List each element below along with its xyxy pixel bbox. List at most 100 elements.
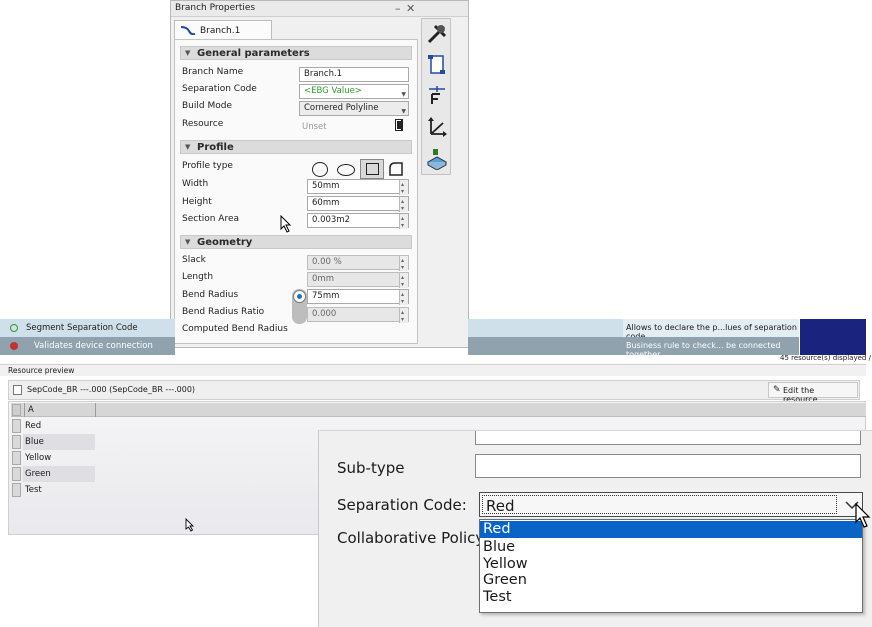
- resource-book-icon[interactable]: [393, 118, 405, 133]
- edit-pencil-icon: ✎: [773, 385, 781, 395]
- list-row-extra: [800, 319, 866, 338]
- section-area-value: 0.003m2: [312, 215, 351, 225]
- height-field[interactable]: 60mm: [307, 195, 409, 215]
- resource-label: Resource: [182, 119, 224, 129]
- row-selector[interactable]: [12, 451, 21, 465]
- section-profile[interactable]: ▼ Profile: [180, 140, 412, 154]
- grid-cell[interactable]: Yellow: [23, 450, 95, 466]
- section-geometry[interactable]: ▼ Geometry: [180, 235, 412, 249]
- profile-flat-oval-icon[interactable]: [388, 161, 404, 177]
- profile-rectangle-button[interactable]: [360, 159, 384, 179]
- slack-spinner[interactable]: [399, 254, 408, 274]
- list-row-segment-separation-code[interactable]: Segment Separation Code: [0, 319, 175, 338]
- dialog-toolbar: [421, 18, 451, 175]
- bend-radius-label: Bend Radius: [182, 290, 239, 300]
- profile-circle-icon[interactable]: [312, 162, 328, 177]
- mouse-cursor-icon: [855, 503, 871, 528]
- resource-preview-toolbar: SepCode_BR ---.000 (SepCode_BR ---.000) …: [8, 380, 860, 404]
- branch-properties-dialog: Branch Properties – ✕ Branch.1 ▼ General…: [170, 0, 469, 348]
- list-row-extra: [800, 337, 866, 355]
- list-row-fill[interactable]: [468, 337, 623, 355]
- grid-column-a[interactable]: A: [24, 403, 96, 417]
- list-row-validates-device[interactable]: Validates device connection: [0, 337, 175, 355]
- section-area-spinner[interactable]: [399, 212, 408, 232]
- section-area-label: Section Area: [182, 214, 240, 224]
- grid-cell[interactable]: Red: [23, 418, 95, 434]
- bend-radius-field[interactable]: 75mm: [307, 288, 409, 308]
- option-yellow[interactable]: Yellow: [480, 556, 862, 573]
- section-area-field[interactable]: 0.003m2: [307, 212, 409, 232]
- option-red[interactable]: Red: [480, 521, 862, 538]
- branch-name-field[interactable]: Branch.1: [299, 67, 409, 82]
- slack-label: Slack: [182, 255, 206, 265]
- height-value: 60mm: [312, 198, 340, 208]
- list-row-description[interactable]: Allows to declare the p...lues of separa…: [623, 319, 799, 341]
- height-label: Height: [182, 197, 212, 207]
- toggle-knob: [293, 290, 306, 303]
- build-mode-label: Build Mode: [182, 101, 232, 111]
- resource-preview-header: Resource preview: [0, 364, 866, 376]
- top-field[interactable]: [475, 431, 861, 445]
- length-field[interactable]: 0mm: [307, 271, 409, 291]
- grid-corner[interactable]: [12, 404, 21, 416]
- fixed-point-icon[interactable]: [425, 83, 449, 107]
- radio-dot-icon: [297, 294, 302, 299]
- grid-cell[interactable]: Test: [23, 482, 95, 498]
- dialog-title-bar[interactable]: Branch Properties – ✕: [171, 1, 468, 17]
- build-mode-combo[interactable]: Cornered Polyline ▼: [299, 101, 409, 116]
- document-icon: [13, 385, 22, 395]
- option-blue[interactable]: Blue: [480, 539, 862, 556]
- section-title: Profile: [197, 142, 234, 153]
- row-selector[interactable]: [12, 435, 21, 449]
- subtype-field[interactable]: [475, 454, 861, 478]
- bend-radius-ratio-value: 0.000: [312, 309, 337, 319]
- resource-preview-title: Resource preview: [8, 366, 75, 375]
- tools-icon[interactable]: [425, 22, 449, 46]
- profile-ellipse-icon[interactable]: [337, 164, 355, 176]
- length-value: 0mm: [312, 274, 334, 284]
- separation-code-dropdown[interactable]: Red: [479, 492, 863, 517]
- separation-code-selected: Red: [486, 497, 515, 515]
- row-selector[interactable]: [12, 483, 21, 497]
- option-green[interactable]: Green: [480, 572, 862, 589]
- grid-column-header: A: [11, 403, 866, 417]
- row-selector[interactable]: [12, 467, 21, 481]
- tab-branch-1[interactable]: Branch.1: [174, 20, 272, 40]
- list-row-description[interactable]: Business rule to check... be connected t…: [623, 337, 799, 359]
- collaborative-policy-label: Collaborative Policy: [337, 529, 485, 547]
- surface-icon[interactable]: [425, 146, 449, 170]
- bend-radius-value: 75mm: [312, 291, 340, 301]
- bend-radius-spinner[interactable]: [399, 288, 408, 308]
- list-row-fill[interactable]: [468, 319, 623, 338]
- build-mode-value: Cornered Polyline: [304, 103, 379, 113]
- separation-code-label: Separation Code: [182, 84, 257, 94]
- length-spinner[interactable]: [399, 271, 408, 291]
- height-spinner[interactable]: [399, 195, 408, 215]
- separation-code-options: Red Blue Yellow Green Test: [479, 519, 863, 613]
- separation-code-value: <EBG Value>: [304, 86, 362, 96]
- list-row-name: Validates device connection: [34, 341, 153, 351]
- minimize-button[interactable]: –: [395, 1, 401, 16]
- edit-resource-button[interactable]: ✎ Edit the resource...: [768, 382, 858, 404]
- width-value: 50mm: [312, 181, 340, 191]
- section-general-parameters[interactable]: ▼ General parameters: [180, 46, 412, 60]
- option-test[interactable]: Test: [480, 589, 862, 606]
- profile-type-label: Profile type: [182, 161, 233, 171]
- separation-code-combo[interactable]: <EBG Value> ▼: [299, 84, 409, 99]
- separation-code-label: Separation Code:: [337, 496, 467, 514]
- grid-cell[interactable]: Blue: [23, 434, 95, 450]
- axis-icon[interactable]: [425, 114, 449, 138]
- list-row-desc: Business rule to check... be connected t…: [626, 341, 781, 359]
- collapse-arrow-icon: ▼: [185, 49, 191, 57]
- branch-icon: [180, 26, 196, 35]
- branch-name-label: Branch Name: [182, 67, 244, 77]
- slack-field[interactable]: 0.00 %: [307, 254, 409, 274]
- row-selector[interactable]: [12, 419, 21, 433]
- width-field[interactable]: 50mm: [307, 178, 409, 198]
- mouse-cursor-icon: [280, 215, 292, 233]
- width-spinner[interactable]: [399, 178, 408, 198]
- subtype-label: Sub-type: [337, 459, 405, 477]
- grid-cell[interactable]: Green: [23, 466, 95, 482]
- close-button[interactable]: ✕: [406, 1, 415, 16]
- bundle-segment-icon[interactable]: [425, 52, 449, 76]
